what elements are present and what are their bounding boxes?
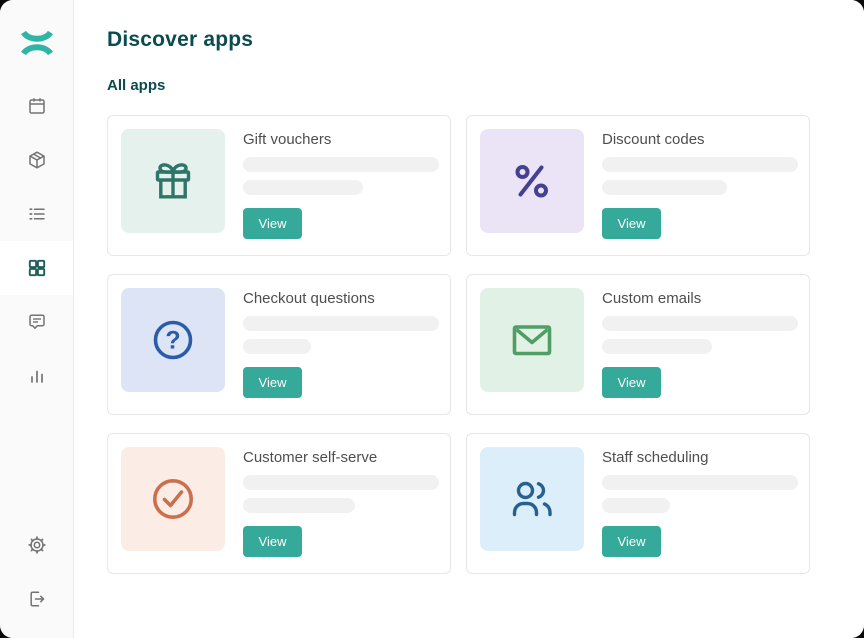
card-body: Customer self-serve View [243,447,439,560]
email-tile [480,288,584,392]
skeleton-bar [602,180,727,195]
sidebar [0,0,74,638]
app-card-customer-self-serve: Customer self-serve View [107,433,451,574]
sidebar-item-package[interactable] [0,133,73,187]
app-card-discount-codes: Discount codes View [466,115,810,256]
card-body: Checkout questions View [243,288,439,401]
sidebar-item-calendar[interactable] [0,79,73,133]
app-window: Discover apps All apps Gift vouchers [0,0,864,638]
view-button[interactable]: View [602,208,661,239]
view-button[interactable]: View [602,367,661,398]
card-body: Custom emails View [602,288,798,401]
sidebar-item-apps[interactable] [0,241,73,295]
people-tile [480,447,584,551]
envelope-icon [508,316,556,364]
skeleton-bar [602,498,670,513]
card-body: Gift vouchers View [243,129,439,242]
apps-grid: Gift vouchers View Discount codes [107,115,810,574]
people-icon [508,475,556,523]
skeleton-bar [602,475,798,490]
section-label: All apps [107,77,810,94]
skeleton-bar [243,316,439,331]
app-card-title: Checkout questions [243,290,439,308]
app-card-staff-scheduling: Staff scheduling View [466,433,810,574]
sidebar-item-settings[interactable] [0,518,73,572]
skeleton-bar [243,475,439,490]
skeleton-bar [243,339,311,354]
sidebar-bottom [0,518,73,626]
view-button[interactable]: View [602,526,661,557]
calendar-icon [27,96,47,116]
app-card-title: Gift vouchers [243,131,439,149]
app-card-checkout-questions: ? Checkout questions View [107,274,451,415]
sidebar-nav [0,79,73,403]
page-title: Discover apps [107,28,810,52]
brand-logo[interactable] [0,0,73,79]
settings-gear-icon [27,535,47,555]
view-button[interactable]: View [243,526,302,557]
skeleton-bar [243,180,363,195]
sidebar-spacer [0,403,73,518]
gift-icon [149,157,197,205]
percent-tile [480,129,584,233]
card-body: Discount codes View [602,129,798,242]
svg-text:?: ? [165,327,180,355]
app-card-title: Customer self-serve [243,449,439,467]
percent-icon [508,157,556,205]
skeleton-bar [602,339,712,354]
bar-chart-icon [27,366,47,386]
card-body: Staff scheduling View [602,447,798,560]
skeleton-bar [602,157,798,172]
check-circle-icon [149,475,197,523]
app-card-gift-vouchers: Gift vouchers View [107,115,451,256]
question-tile: ? [121,288,225,392]
brand-logo-icon [20,28,54,58]
logout-icon [27,589,47,609]
main-content: Discover apps All apps Gift vouchers [74,0,864,638]
chat-icon [27,312,47,332]
question-circle-icon: ? [149,316,197,364]
check-tile [121,447,225,551]
apps-grid-icon [27,258,47,278]
sidebar-item-reports[interactable] [0,349,73,403]
app-card-custom-emails: Custom emails View [466,274,810,415]
sidebar-item-list[interactable] [0,187,73,241]
view-button[interactable]: View [243,208,302,239]
skeleton-bar [243,157,439,172]
skeleton-bar [602,316,798,331]
app-card-title: Staff scheduling [602,449,798,467]
sidebar-item-chat[interactable] [0,295,73,349]
skeleton-bar [243,498,355,513]
sidebar-item-logout[interactable] [0,572,73,626]
app-card-title: Custom emails [602,290,798,308]
gift-tile [121,129,225,233]
list-icon [27,204,47,224]
app-card-title: Discount codes [602,131,798,149]
package-icon [27,150,47,170]
view-button[interactable]: View [243,367,302,398]
